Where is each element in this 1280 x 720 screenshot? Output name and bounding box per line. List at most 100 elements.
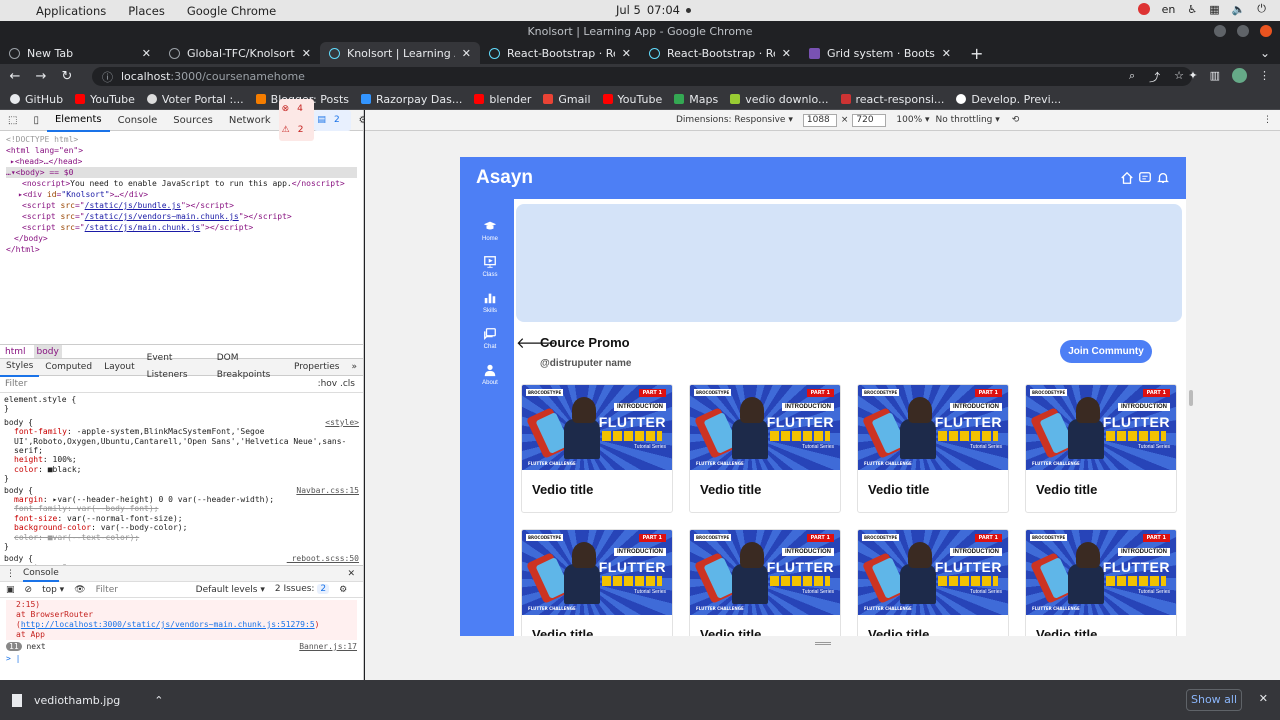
omnibox[interactable]: ⓘ localhost:3000/coursenamehome ⌕ ⤴ ☆: [92, 67, 1192, 86]
console-link[interactable]: http://localhost:3000/static/js/vendors~…: [21, 620, 315, 629]
video-card[interactable]: BROCODETYPE PART 1 INTRODUCTION FLUTTER Tuto…: [1025, 529, 1177, 636]
sidebar-item-skills[interactable]: Skills: [460, 291, 520, 314]
close-download-bar-icon[interactable]: ✕: [1259, 692, 1268, 705]
extensions-icon[interactable]: ✦: [1188, 69, 1197, 82]
language-indicator[interactable]: en: [1162, 3, 1176, 16]
close-tab-icon[interactable]: ✕: [462, 47, 471, 60]
more-tabs-icon[interactable]: »: [345, 359, 363, 376]
applications-menu[interactable]: Applications: [36, 4, 106, 18]
inspect-icon[interactable]: ⬚: [0, 110, 25, 131]
console-prompt[interactable]: > |: [6, 654, 357, 664]
tab-react-bootstrap-2[interactable]: React-Bootstrap · React-B ✕: [640, 42, 800, 64]
issues-button[interactable]: 2 Issues: 2: [275, 583, 330, 596]
zoom-select[interactable]: 100% ▾: [896, 115, 929, 125]
maximize-icon[interactable]: [1237, 25, 1249, 37]
video-thumbnail[interactable]: BROCODETYPE PART 1 INTRODUCTION FLUTTER Tuto…: [690, 385, 840, 470]
video-title[interactable]: Vedio title: [522, 470, 672, 509]
video-thumbnail[interactable]: BROCODETYPE PART 1 INTRODUCTION FLUTTER Tuto…: [690, 530, 840, 615]
close-tab-icon[interactable]: ✕: [942, 47, 951, 60]
close-drawer-icon[interactable]: ✕: [347, 569, 355, 579]
forward-icon[interactable]: →: [30, 69, 52, 84]
download-item[interactable]: vediothamb.jpg ⌃: [12, 693, 164, 707]
dom-tree[interactable]: <!DOCTYPE html> <html lang="en"> ▸<head>…: [0, 131, 363, 344]
navbar-css-link[interactable]: Navbar.css:15: [296, 486, 359, 495]
crumb-html[interactable]: html: [5, 345, 26, 358]
height-input[interactable]: 720: [852, 113, 887, 127]
video-card[interactable]: BROCODETYPE PART 1 INTRODUCTION FLUTTER Tuto…: [689, 529, 841, 636]
levels-select[interactable]: Default levels ▾: [196, 585, 265, 595]
close-tab-icon[interactable]: ✕: [782, 47, 791, 60]
home-icon[interactable]: [1120, 171, 1134, 185]
bookmark-razorpay[interactable]: Razorpay Das...: [361, 93, 462, 106]
dom-script-src[interactable]: /static/js/main.chunk.js: [85, 223, 201, 232]
bell-icon[interactable]: [1156, 171, 1170, 185]
bookmark-gmail[interactable]: Gmail: [543, 93, 591, 106]
video-thumbnail[interactable]: BROCODETYPE PART 1 INTRODUCTION FLUTTER Tuto…: [858, 530, 1008, 615]
video-card[interactable]: BROCODETYPE PART 1 INTRODUCTION FLUTTER Tuto…: [521, 529, 673, 636]
bookmark-vedio-download[interactable]: vedio downlo...: [730, 93, 829, 106]
video-thumbnail[interactable]: BROCODETYPE PART 1 INTRODUCTION FLUTTER Tuto…: [1026, 530, 1176, 615]
dom-script-src[interactable]: /static/js/bundle.js: [85, 201, 181, 210]
log-source-link[interactable]: Banner.js:17: [299, 642, 357, 652]
dom-script-1[interactable]: <script src="/static/js/bundle.js"></scr…: [6, 200, 357, 211]
menu-icon[interactable]: ⋮: [1259, 69, 1270, 82]
dom-noscript[interactable]: <noscript>You need to enable JavaScript …: [6, 178, 357, 189]
video-card[interactable]: BROCODETYPE PART 1 INTRODUCTION FLUTTER Tuto…: [521, 384, 673, 513]
dom-script-3[interactable]: <script src="/static/js/main.chunk.js"><…: [6, 222, 357, 233]
download-chevron-icon[interactable]: ⌃: [154, 694, 163, 707]
join-community-button[interactable]: Join Communty: [1060, 340, 1152, 363]
share-icon[interactable]: ⤴: [1149, 69, 1160, 85]
bookmark-develop-preview[interactable]: Develop. Previ...: [956, 93, 1061, 106]
bookmark-youtube-2[interactable]: YouTube: [602, 93, 662, 106]
sidebar-toggle-icon[interactable]: ▣: [6, 585, 15, 595]
profile-avatar[interactable]: [1232, 68, 1247, 83]
active-app-menu[interactable]: Google Chrome: [187, 4, 276, 18]
video-card[interactable]: BROCODETYPE PART 1 INTRODUCTION FLUTTER Tuto…: [1025, 384, 1177, 513]
bookmark-star-icon[interactable]: ☆: [1174, 69, 1184, 85]
bookmark-react-responsive[interactable]: react-responsi...: [840, 93, 944, 106]
dom-script-src[interactable]: /static/js/vendors~main.chunk.js: [85, 212, 239, 221]
volume-icon[interactable]: 🔈: [1232, 3, 1246, 16]
clock[interactable]: Jul 5 07:04: [616, 3, 692, 17]
reload-icon[interactable]: ↻: [56, 69, 78, 84]
width-input[interactable]: 1088: [802, 113, 837, 127]
video-title[interactable]: Vedio title: [522, 615, 672, 636]
styles-filter-input[interactable]: Filter: [5, 379, 27, 389]
style-source-link[interactable]: <style>: [325, 418, 359, 427]
video-title[interactable]: Vedio title: [690, 615, 840, 636]
tab-dom-breakpoints[interactable]: DOM Breakpoints: [211, 350, 288, 384]
video-card[interactable]: BROCODETYPE PART 1 INTRODUCTION FLUTTER Tuto…: [857, 529, 1009, 636]
dom-script-2[interactable]: <script src="/static/js/vendors~main.chu…: [6, 211, 357, 222]
back-icon[interactable]: ←: [4, 69, 26, 84]
bookmark-voter-portal[interactable]: Voter Portal :...: [146, 93, 244, 106]
network-icon[interactable]: ▦: [1209, 3, 1219, 16]
video-title[interactable]: Vedio title: [1026, 470, 1176, 509]
tab-event-listeners[interactable]: Event Listeners: [141, 350, 211, 384]
info-badge[interactable]: ▤ 2: [314, 109, 351, 131]
tab-styles[interactable]: Styles: [0, 358, 40, 377]
close-tab-icon[interactable]: ✕: [302, 47, 311, 60]
power-icon[interactable]: ⏻: [1257, 2, 1266, 16]
bookmark-blender[interactable]: blender: [474, 93, 531, 106]
device-toggle-icon[interactable]: ▯: [25, 110, 47, 131]
tab-new-tab[interactable]: New Tab ✕: [0, 42, 160, 64]
video-title[interactable]: Vedio title: [858, 615, 1008, 636]
crumb-body[interactable]: body: [33, 345, 62, 358]
close-tab-icon[interactable]: ✕: [142, 47, 151, 60]
device-more-icon[interactable]: ⋮: [1263, 115, 1272, 125]
sidepanel-icon[interactable]: ▥: [1210, 69, 1220, 82]
info-icon[interactable]: ⓘ: [102, 69, 113, 85]
hov-cls-toggles[interactable]: :hov .cls: [318, 379, 355, 389]
video-thumbnail[interactable]: BROCODETYPE PART 1 INTRODUCTION FLUTTER Tuto…: [522, 530, 672, 615]
message-icon[interactable]: [1138, 171, 1152, 185]
clear-console-icon[interactable]: ⊘: [25, 585, 33, 595]
console-settings-icon[interactable]: ⚙: [339, 585, 347, 595]
viewport-resize-handle[interactable]: [1189, 390, 1193, 406]
tab-elements[interactable]: Elements: [46, 109, 110, 132]
brand-logo[interactable]: Asayn: [476, 167, 533, 189]
tab-sources[interactable]: Sources: [165, 110, 221, 131]
bookmark-github[interactable]: GitHub: [10, 93, 63, 106]
dom-html-open[interactable]: <html lang="en">: [6, 145, 357, 156]
video-card[interactable]: BROCODETYPE PART 1 INTRODUCTION FLUTTER Tuto…: [857, 384, 1009, 513]
tab-properties[interactable]: Properties: [288, 359, 345, 376]
